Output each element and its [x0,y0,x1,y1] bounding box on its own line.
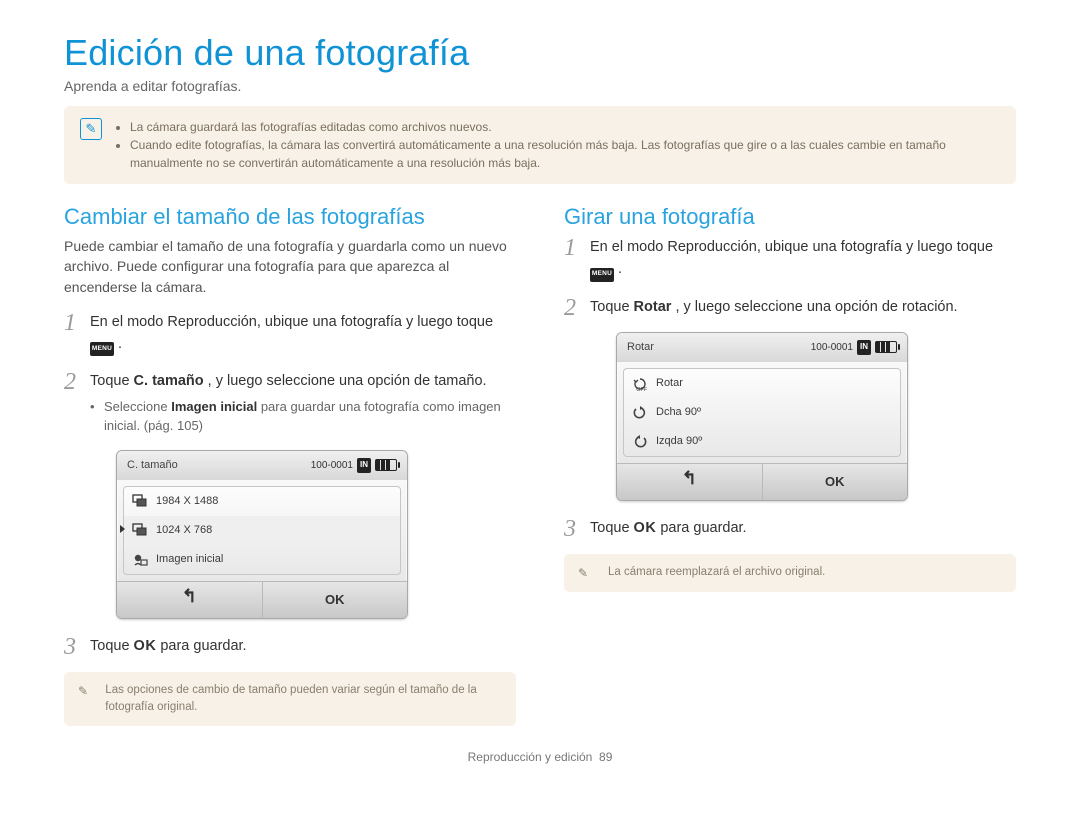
panel-title: C. tamaño [127,457,178,474]
step-3: Toque OK para guardar. [64,635,516,657]
menu-icon: MENU [590,268,614,282]
panel-title: Rotar [627,339,654,356]
resize-footnote: ✎ Las opciones de cambio de tamaño puede… [64,672,516,727]
step-text: , y luego seleccione una opción de rotac… [675,299,957,315]
back-arrow-icon: ↰ [182,586,197,606]
start-image-icon [132,553,148,567]
battery-icon [875,341,897,353]
rotate-right-icon [632,406,648,420]
list-item[interactable]: Dcha 90º [624,398,900,427]
list-item[interactable]: OFF Rotar [624,369,900,398]
section-heading: Girar una fotografía [564,204,1016,230]
list-item-label: 1024 X 768 [156,522,212,539]
battery-icon [375,459,397,471]
note-icon: ✎ [78,682,93,700]
note-text: La cámara reemplazará el archivo origina… [608,564,825,581]
note-icon: ✎ [80,118,102,140]
resize-option-icon [132,494,148,508]
page-footer: Reproducción y edición 89 [64,750,1016,764]
note-icon: ✎ [578,564,596,582]
page-title: Edición de una fotografía [64,32,1016,74]
panel-list: 1984 X 1488 1024 X 768 [123,486,401,575]
step-text: En el modo Reproducción, ubique una foto… [590,239,993,255]
list-item-label: 1984 X 1488 [156,493,218,510]
panel-header: Rotar 100-0001 IN [617,333,907,362]
step-2: Toque C. tamaño , y luego seleccione una… [64,370,516,619]
step-text: En el modo Reproducción, ubique una foto… [90,314,493,330]
list-item[interactable]: Izqda 90º [624,427,900,456]
ok-label: OK [134,638,157,654]
list-item[interactable]: 1024 X 768 [124,516,400,545]
list-item-label: Izqda 90º [656,433,702,450]
note-bullet: La cámara guardará las fotografías edita… [130,118,1000,136]
rotate-panel: Rotar 100-0001 IN OFF [616,332,908,501]
note-text: Las opciones de cambio de tamaño pueden … [105,682,502,717]
storage-icon: IN [357,458,371,472]
back-button[interactable]: ↰ [117,582,263,618]
step-text-strong: Rotar [634,299,672,315]
step-text: Toque [90,638,134,654]
step-text: Toque [590,520,634,536]
step-text: para guardar. [160,638,246,654]
ok-label: OK [634,520,657,536]
menu-icon: MENU [90,342,114,356]
rotate-left-icon [632,435,648,449]
note-bullet: Cuando edite fotografías, la cámara las … [130,136,1000,172]
back-arrow-icon: ↰ [682,468,697,488]
section-heading: Cambiar el tamaño de las fotografías [64,204,516,230]
ok-button[interactable]: OK [763,464,908,500]
list-item-label: Imagen inicial [156,551,223,568]
step-1: En el modo Reproducción, ubique una foto… [564,236,1016,282]
step-text-strong: C. tamaño [134,373,204,389]
list-item[interactable]: 1984 X 1488 [124,487,400,516]
list-item[interactable]: Imagen inicial [124,545,400,574]
resize-panel: C. tamaño 100-0001 IN [116,450,408,619]
col-resize: Cambiar el tamaño de las fotografías Pue… [64,204,516,726]
col-rotate: Girar una fotografía En el modo Reproduc… [564,204,1016,592]
rotate-footnote: ✎ La cámara reemplazará el archivo origi… [564,554,1016,592]
top-note: ✎ La cámara guardará las fotografías edi… [64,106,1016,184]
page-subtitle: Aprenda a editar fotografías. [64,78,1016,94]
storage-icon: IN [857,340,871,354]
back-button[interactable]: ↰ [617,464,763,500]
ok-button[interactable]: OK [263,582,408,618]
step-text: , y luego seleccione una opción de tamañ… [208,373,487,389]
sub-bullet: Seleccione Imagen inicial para guardar u… [90,397,516,436]
step-text: Toque [590,299,634,315]
step-3: Toque OK para guardar. [564,517,1016,539]
resize-option-icon [132,523,148,537]
selection-pointer-icon [120,525,125,533]
panel-list: OFF Rotar Dcha 90º [623,368,901,457]
rotate-off-icon: OFF [632,377,648,391]
list-item-label: Rotar [656,375,683,392]
step-2: Toque Rotar , y luego seleccione una opc… [564,296,1016,502]
step-text: Toque [90,373,134,389]
svg-text:OFF: OFF [636,387,648,391]
step-1: En el modo Reproducción, ubique una foto… [64,311,516,357]
step-text: para guardar. [660,520,746,536]
panel-header: C. tamaño 100-0001 IN [117,451,407,480]
section-body: Puede cambiar el tamaño de una fotografí… [64,236,516,297]
list-item-label: Dcha 90º [656,404,701,421]
file-number: 100-0001 [311,458,353,474]
file-number: 100-0001 [811,340,853,356]
